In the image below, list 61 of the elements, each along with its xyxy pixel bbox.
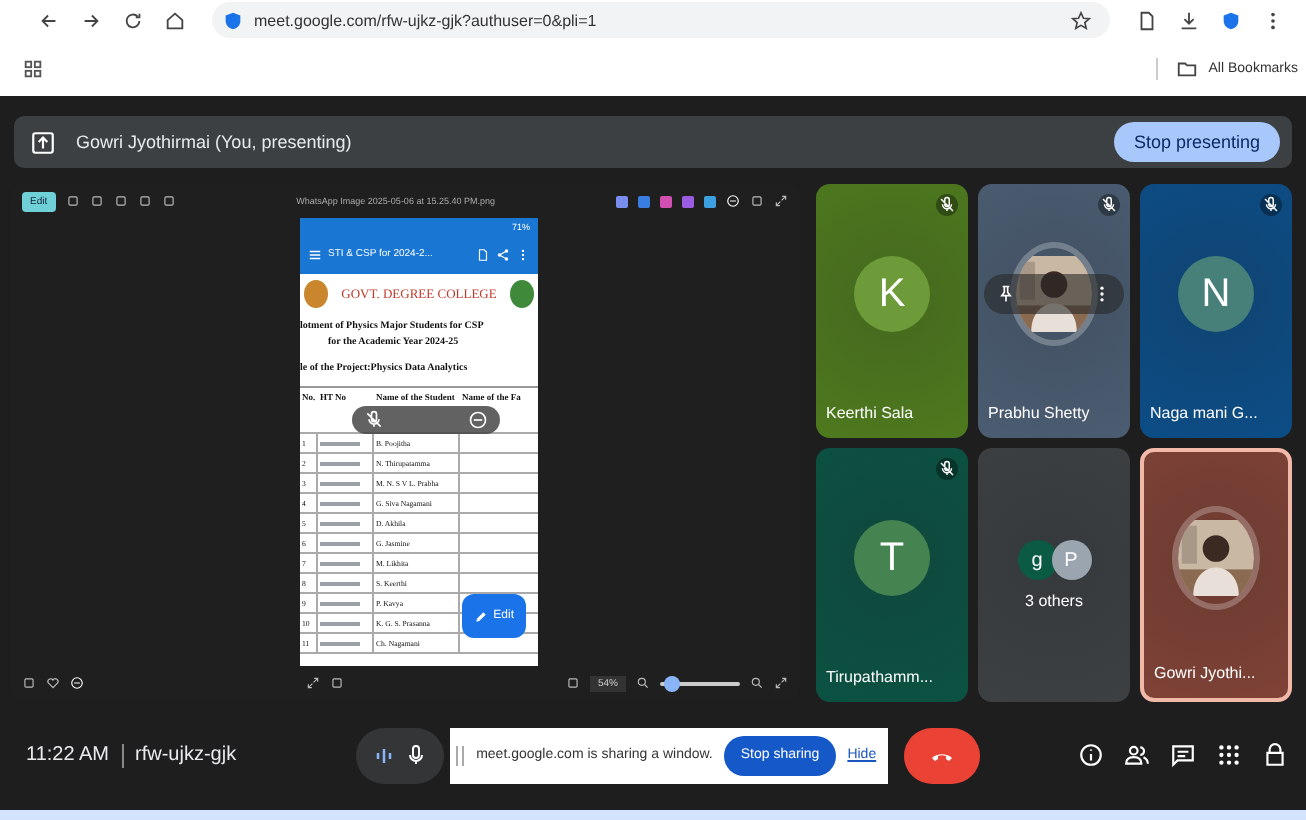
- fit-icon[interactable]: [306, 676, 320, 690]
- mic-control[interactable]: [356, 727, 445, 783]
- chat-icon[interactable]: [1170, 742, 1196, 768]
- meeting-code: rfw-ujkz-gjk: [135, 744, 237, 766]
- remove-icon[interactable]: [468, 410, 488, 430]
- forward-icon[interactable]: [80, 9, 102, 31]
- url-text: meet.google.com/rfw-ujkz-gjk?authuser=0&pli=1: [254, 11, 597, 29]
- fullscreen-icon[interactable]: [774, 676, 789, 690]
- drag-handle[interactable]: [456, 745, 465, 765]
- participant-tile[interactable]: Gowri Jyothi...: [1140, 448, 1292, 702]
- apps-grid-icon[interactable]: [22, 57, 44, 79]
- present-icon: [30, 129, 56, 155]
- folder-icon: [1176, 57, 1199, 79]
- participant-name: Naga mani G...: [1148, 404, 1260, 426]
- maximize-icon[interactable]: [750, 194, 765, 208]
- avatar: K: [854, 256, 930, 332]
- reload-icon[interactable]: [122, 9, 144, 31]
- profile-icon[interactable]: [1220, 9, 1242, 31]
- share-icon[interactable]: [496, 247, 510, 261]
- participant-tile[interactable]: g P 3 others: [978, 448, 1130, 702]
- emblem-icon: [304, 280, 328, 308]
- back-icon[interactable]: [38, 9, 60, 31]
- avatar: T: [854, 520, 930, 596]
- zoom-out-icon[interactable]: [636, 676, 651, 690]
- page-icon[interactable]: [1136, 9, 1158, 31]
- favorite-icon[interactable]: [46, 676, 60, 690]
- download-icon[interactable]: [1178, 9, 1200, 31]
- participant-tile[interactable]: Prabhu Shetty: [978, 184, 1130, 438]
- mic-icon: [404, 743, 429, 767]
- emblem-icon: [510, 280, 534, 308]
- mic-off-icon[interactable]: [364, 410, 384, 430]
- presenting-label: Gowri Jyothirmai (You, presenting): [76, 132, 352, 152]
- participant-name: Tirupathamm...: [824, 668, 935, 690]
- audio-level-icon: [372, 743, 397, 767]
- home-icon[interactable]: [164, 9, 186, 31]
- others-count: 3 others: [1025, 592, 1083, 610]
- avatar: N: [1178, 256, 1254, 332]
- participant-name: Prabhu Shetty: [986, 404, 1092, 426]
- address-bar[interactable]: meet.google.com/rfw-ujkz-gjk?authuser=0&pli=1: [212, 2, 1110, 38]
- participant-tile[interactable]: N Naga mani G...: [1140, 184, 1292, 438]
- minimize-icon[interactable]: [726, 194, 741, 208]
- host-controls-icon[interactable]: [1262, 742, 1288, 768]
- activities-icon[interactable]: [1216, 742, 1242, 768]
- bookmark-star-icon[interactable]: [1070, 9, 1092, 31]
- menu-icon[interactable]: [308, 247, 322, 261]
- pencil-icon: [473, 609, 488, 623]
- document-icon[interactable]: [476, 247, 490, 261]
- people-icon[interactable]: [1124, 742, 1150, 768]
- participant-tile[interactable]: K Keerthi Sala: [816, 184, 968, 438]
- leave-call-button[interactable]: [904, 727, 981, 783]
- clock-time: 11:22 AM: [26, 744, 110, 766]
- avatar: g: [1017, 540, 1057, 580]
- stop-presenting-button[interactable]: Stop presenting: [1113, 122, 1280, 162]
- slider-thumb[interactable]: [664, 675, 681, 691]
- site-shield-icon: [222, 9, 244, 31]
- participant-name: Gowri Jyothi...: [1152, 664, 1258, 686]
- pin-icon[interactable]: [996, 284, 1016, 304]
- participant-name: Keerthi Sala: [824, 404, 916, 426]
- avatar: P: [1051, 540, 1091, 580]
- participant-tile[interactable]: T Tirupathamm...: [816, 448, 968, 702]
- zoom-in-icon[interactable]: [750, 676, 765, 690]
